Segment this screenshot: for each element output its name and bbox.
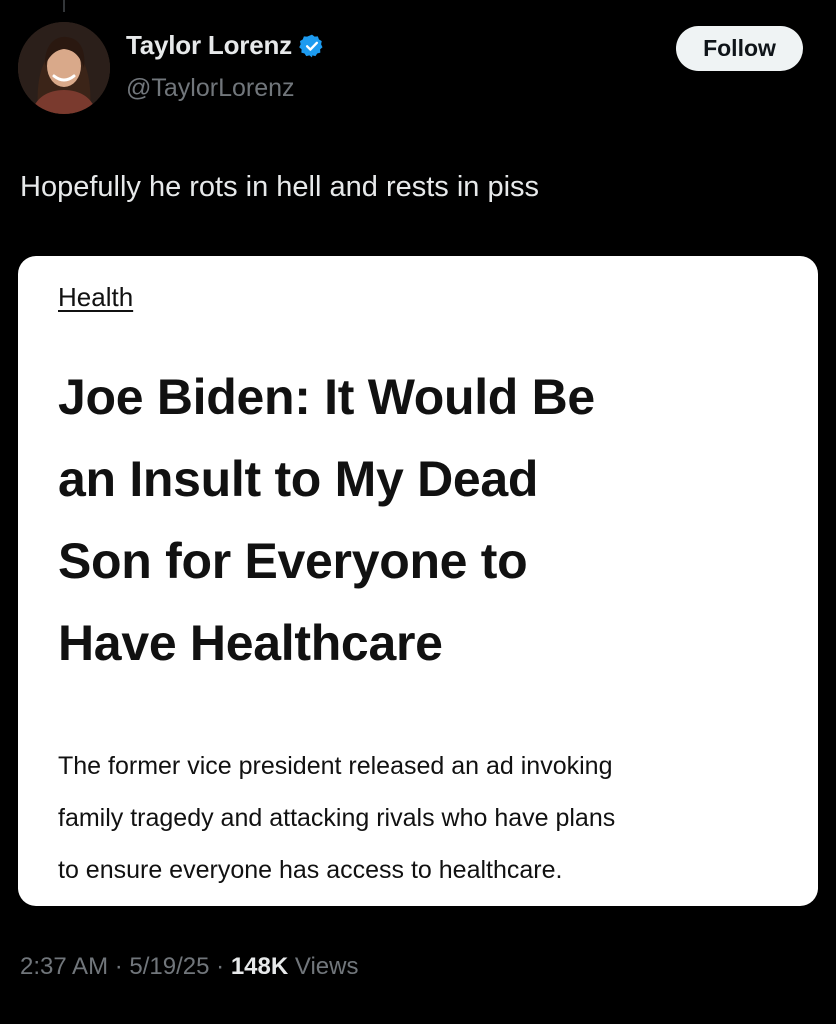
author-display-name[interactable]: Taylor Lorenz: [126, 30, 292, 61]
follow-button[interactable]: Follow: [676, 26, 803, 71]
card-headline-line: Joe Biden: It Would Be: [58, 369, 595, 425]
author-name-row[interactable]: Taylor Lorenz: [126, 30, 325, 61]
tweet-date[interactable]: 5/19/25: [129, 953, 209, 980]
tweet-text: Hopefully he rots in hell and rests in p…: [20, 171, 540, 203]
meta-separator: ·: [216, 953, 225, 980]
meta-separator: ·: [114, 953, 123, 980]
thread-connector-line: [63, 0, 65, 12]
card-description: The former vice president released an ad…: [58, 740, 798, 896]
card-description-line: family tragedy and attacking rivals who …: [58, 804, 616, 832]
avatar-image: [18, 22, 110, 114]
card-description-line: to ensure everyone has access to healthc…: [58, 856, 563, 884]
tweet-metadata: 2:37 AM · 5/19/25 · 148K Views: [20, 953, 358, 981]
card-headline-line: Son for Everyone to: [58, 533, 528, 589]
card-headline-line: Have Healthcare: [58, 615, 443, 671]
verified-badge-icon: [299, 34, 323, 57]
card-description-line: The former vice president released an ad…: [58, 752, 613, 780]
card-headline-line: an Insult to My Dead: [58, 451, 539, 507]
views-count[interactable]: 148K: [231, 953, 288, 980]
link-preview-card[interactable]: Health Joe Biden: It Would Be an Insult …: [18, 256, 818, 906]
tweet-time[interactable]: 2:37 AM: [20, 953, 108, 980]
card-headline: Joe Biden: It Would Be an Insult to My D…: [58, 356, 798, 684]
author-handle[interactable]: @TaylorLorenz: [126, 74, 295, 103]
views-label: Views: [294, 953, 359, 980]
card-category-link[interactable]: Health: [58, 282, 133, 313]
avatar[interactable]: [18, 22, 110, 114]
